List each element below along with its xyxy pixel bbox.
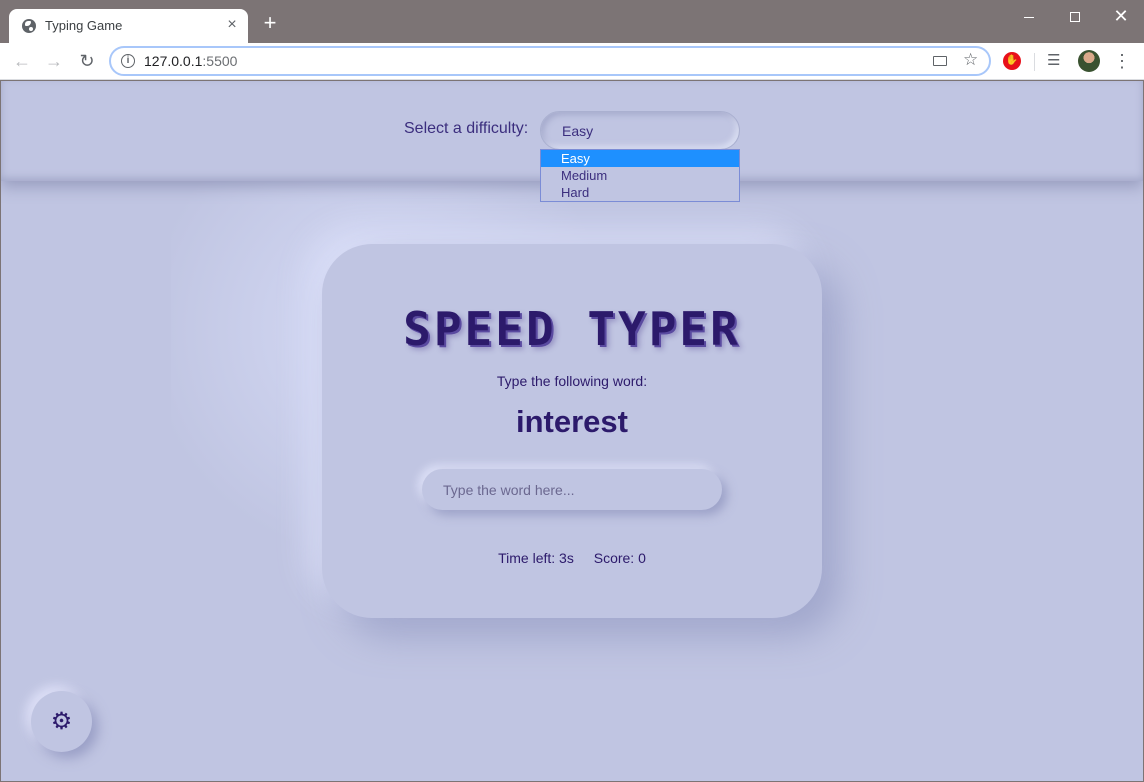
game-title: SPEED TYPER xyxy=(403,302,741,356)
kebab-menu-icon[interactable]: ⋮ xyxy=(1113,49,1131,73)
toolbar-separator xyxy=(1034,53,1035,71)
target-word: interest xyxy=(516,404,628,439)
url-port: :5500 xyxy=(202,53,238,69)
globe-icon xyxy=(22,19,36,33)
minimize-button[interactable] xyxy=(1006,4,1052,28)
forward-arrow-icon[interactable]: → xyxy=(42,49,66,73)
profile-avatar[interactable] xyxy=(1078,50,1100,72)
window-titlebar: Typing Game × + ✕ xyxy=(0,0,1144,43)
page-content: Select a difficulty: Easy Easy Medium Ha… xyxy=(1,81,1143,781)
address-bar[interactable]: i 127.0.0.1:5500 ☆ xyxy=(109,46,991,76)
browser-toolbar: ← → ↻ i 127.0.0.1:5500 ☆ ✋ ☰ ⋮ xyxy=(0,43,1144,80)
word-prompt: Type the following word: xyxy=(496,373,648,389)
game-card: SPEED TYPER Type the following word: int… xyxy=(322,244,822,618)
media-playlist-icon[interactable]: ☰ xyxy=(1047,51,1060,69)
difficulty-select[interactable]: Easy xyxy=(540,111,740,150)
maximize-icon xyxy=(1070,12,1080,23)
tab-close-icon[interactable]: × xyxy=(224,15,240,35)
cast-icon[interactable] xyxy=(933,56,947,66)
difficulty-selected-value: Easy xyxy=(562,123,594,139)
new-tab-button[interactable]: + xyxy=(259,12,281,34)
url-host: 127.0.0.1 xyxy=(144,53,203,69)
browser-tab[interactable]: Typing Game × xyxy=(9,9,248,43)
difficulty-dropdown-list: Easy Medium Hard xyxy=(540,149,740,202)
back-arrow-icon[interactable]: ← xyxy=(10,49,34,73)
difficulty-option-medium[interactable]: Medium xyxy=(541,167,739,184)
game-stats: Time left: 3s Score: 0 xyxy=(322,550,822,566)
word-input[interactable] xyxy=(422,469,722,510)
close-window-button[interactable]: ✕ xyxy=(1098,4,1144,28)
maximize-button[interactable] xyxy=(1052,4,1098,28)
score: Score: 0 xyxy=(593,550,646,566)
gear-icon: ⚙ xyxy=(50,708,73,735)
difficulty-label: Select a difficulty: xyxy=(404,120,529,137)
adblock-extension-icon[interactable]: ✋ xyxy=(1003,52,1021,70)
difficulty-option-easy[interactable]: Easy xyxy=(541,150,739,167)
time-left: Time left: 3s xyxy=(498,550,574,566)
tab-title: Typing Game xyxy=(45,18,123,33)
bookmark-star-icon[interactable]: ☆ xyxy=(963,50,978,70)
settings-button[interactable]: ⚙ xyxy=(31,691,92,752)
reload-icon[interactable]: ↻ xyxy=(75,49,99,73)
url-text[interactable]: 127.0.0.1:5500 xyxy=(144,53,237,69)
minimize-icon xyxy=(1024,16,1034,18)
info-icon[interactable]: i xyxy=(121,54,135,68)
difficulty-option-hard[interactable]: Hard xyxy=(541,184,739,201)
